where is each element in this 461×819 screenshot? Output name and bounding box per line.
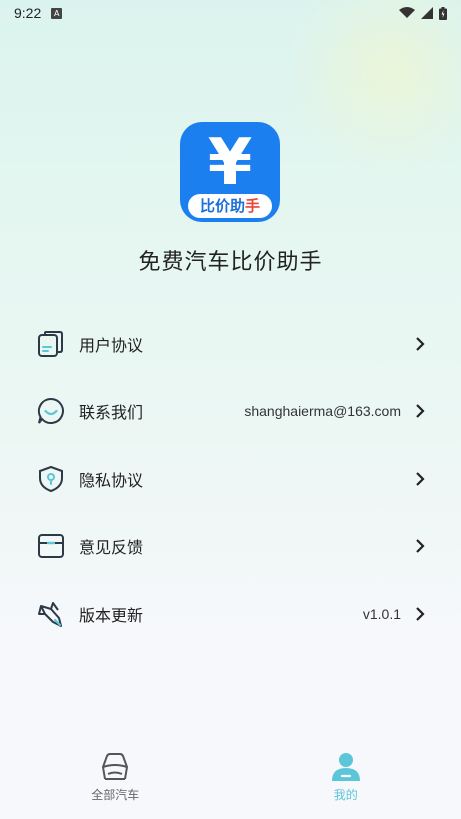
- tab-label: 我的: [333, 788, 358, 802]
- status-bar: 9:22 A: [0, 0, 461, 26]
- version-number: v1.0.1: [362, 605, 401, 622]
- app-title: 免费汽车比价助手: [138, 250, 323, 275]
- shield-icon: [36, 464, 66, 494]
- status-time: 9:22: [14, 5, 42, 21]
- chevron-right-icon: [416, 404, 425, 419]
- battery-icon: [439, 6, 447, 20]
- menu-label: 版本更新: [79, 605, 144, 625]
- logo-banner-text: 比价助: [199, 197, 245, 215]
- user-icon: [331, 753, 360, 781]
- tab-all-cars[interactable]: 全部汽车: [0, 740, 231, 819]
- menu-item-feedback[interactable]: 意见反馈: [0, 513, 461, 581]
- chevron-right-icon: [416, 471, 425, 486]
- menu-label: 意见反馈: [79, 538, 144, 558]
- status-icons: [399, 6, 447, 20]
- rocket-icon: [36, 599, 66, 629]
- menu-label: 隐私协议: [79, 470, 144, 490]
- logo-banner-accent: 手: [245, 197, 261, 215]
- tab-label: 全部汽车: [91, 788, 140, 802]
- feedback-box-icon: [36, 531, 66, 561]
- bottom-tab-bar: 全部汽车 我的: [0, 740, 461, 819]
- chevron-right-icon: [416, 606, 425, 621]
- logo-banner: 比价助手: [188, 194, 272, 218]
- contact-email: shanghaierma@163.com: [244, 403, 401, 420]
- document-icon: [36, 329, 66, 359]
- chevron-right-icon: [416, 336, 425, 351]
- settings-menu: 用户协议 联系我们 shanghaierma@163.com 隐私协议 意见反馈…: [0, 310, 461, 648]
- menu-label: 联系我们: [79, 403, 144, 423]
- menu-item-user-agreement[interactable]: 用户协议: [0, 310, 461, 378]
- logo-yen-symbol: ¥: [207, 126, 253, 200]
- menu-item-version-update[interactable]: 版本更新 v1.0.1: [0, 580, 461, 648]
- signal-icon: [421, 7, 433, 19]
- app-logo: ¥ 比价助手: [180, 122, 280, 222]
- menu-label: 用户协议: [79, 335, 144, 355]
- menu-item-privacy-agreement[interactable]: 隐私协议: [0, 445, 461, 513]
- tab-mine[interactable]: 我的: [231, 740, 461, 819]
- menu-item-contact-us[interactable]: 联系我们 shanghaierma@163.com: [0, 378, 461, 446]
- wifi-icon: [399, 7, 415, 18]
- chat-icon: [36, 396, 66, 426]
- a-notification-icon: A: [51, 7, 63, 19]
- car-icon: [102, 753, 129, 780]
- chevron-right-icon: [416, 539, 425, 554]
